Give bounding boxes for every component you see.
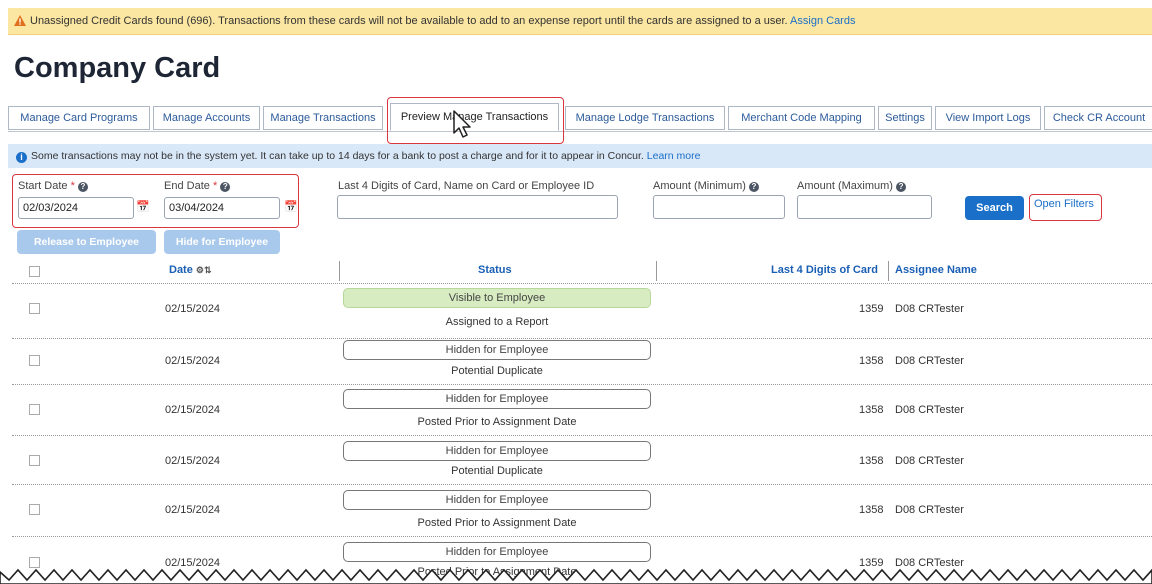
info-banner: i Some transactions may not be in the sys…: [8, 144, 1152, 168]
open-filters-link[interactable]: Open Filters: [1034, 198, 1094, 210]
row-last4: 1358: [859, 455, 884, 467]
assignee-column-header[interactable]: Assignee Name: [895, 264, 977, 276]
help-icon[interactable]: ?: [748, 182, 759, 192]
row-last4: 1358: [859, 404, 884, 416]
row-divider: [12, 536, 1152, 537]
calendar-icon[interactable]: 📅: [284, 200, 298, 213]
amount-max-input[interactable]: [797, 195, 932, 219]
status-detail: Posted Prior to Assignment Date: [417, 416, 577, 428]
row-divider: [12, 435, 1152, 436]
row-assignee: D08 CRTester: [895, 504, 964, 516]
header-divider: [12, 283, 1152, 284]
row-assignee: D08 CRTester: [895, 455, 964, 467]
row-date: 02/15/2024: [165, 455, 221, 467]
mouse-cursor-icon: [453, 110, 471, 138]
amount-max-label: Amount (Maximum) ?: [797, 180, 907, 192]
row-date: 02/15/2024: [165, 404, 221, 416]
sort-icon[interactable]: ⚙⇅: [196, 265, 212, 275]
row-last4: 1358: [859, 504, 884, 516]
row-assignee: D08 CRTester: [895, 355, 964, 367]
select-all-checkbox[interactable]: [29, 266, 40, 277]
row-divider: [12, 338, 1152, 339]
learn-more-link[interactable]: Learn more: [647, 150, 701, 162]
help-icon[interactable]: ?: [896, 182, 907, 192]
tab-manage-accounts[interactable]: Manage Accounts: [153, 106, 260, 130]
status-badge: Hidden for Employee: [343, 490, 651, 510]
tab-manage-transactions[interactable]: Manage Transactions: [263, 106, 383, 130]
column-divider: [888, 261, 889, 281]
status-detail: Posted Prior to Assignment Date: [417, 517, 577, 529]
row-last4: 1359: [859, 303, 884, 315]
row-date: 02/15/2024: [165, 303, 221, 315]
status-column-header[interactable]: Status: [478, 264, 512, 276]
help-icon[interactable]: ?: [77, 182, 88, 192]
row-assignee: D08 CRTester: [895, 303, 964, 315]
status-badge: Hidden for Employee: [343, 441, 651, 461]
status-detail: Assigned to a Report: [445, 316, 549, 328]
date-column-header[interactable]: Date ⚙⇅: [169, 264, 212, 276]
end-date-input[interactable]: [164, 197, 280, 219]
column-divider: [656, 261, 657, 281]
column-divider: [339, 261, 340, 281]
status-badge: Hidden for Employee: [343, 340, 651, 360]
tab-check-cr-account[interactable]: Check CR Account: [1044, 106, 1152, 130]
amount-min-label: Amount (Minimum) ?: [653, 180, 759, 192]
row-checkbox[interactable]: [29, 355, 40, 366]
tab-manage-lodge-transactions[interactable]: Manage Lodge Transactions: [565, 106, 725, 130]
row-checkbox[interactable]: [29, 504, 40, 515]
tab-manage-card-programs[interactable]: Manage Card Programs: [8, 106, 150, 130]
card-search-label: Last 4 Digits of Card, Name on Card or E…: [338, 180, 595, 192]
row-checkbox[interactable]: [29, 404, 40, 415]
tab-merchant-code-mapping[interactable]: Merchant Code Mapping: [728, 106, 875, 130]
alert-text: Unassigned Credit Cards found (696). Tra…: [30, 15, 788, 27]
status-detail: Potential Duplicate: [451, 365, 543, 377]
start-date-input[interactable]: [18, 197, 134, 219]
release-to-employee-button[interactable]: Release to Employee: [17, 230, 156, 254]
help-icon[interactable]: ?: [220, 182, 231, 192]
row-date: 02/15/2024: [165, 504, 221, 516]
page-title: Company Card: [14, 52, 221, 84]
status-badge: Hidden for Employee: [343, 389, 651, 409]
row-date: 02/15/2024: [165, 355, 221, 367]
row-assignee: D08 CRTester: [895, 404, 964, 416]
tab-view-import-logs[interactable]: View Import Logs: [935, 106, 1041, 130]
amount-min-input[interactable]: [653, 195, 785, 219]
unassigned-cards-alert: Unassigned Credit Cards found (696). Tra…: [8, 8, 1152, 35]
row-checkbox[interactable]: [29, 455, 40, 466]
info-icon: i: [16, 152, 27, 163]
calendar-icon[interactable]: 📅: [136, 200, 150, 213]
end-date-label: End Date * ?: [164, 180, 231, 192]
assign-cards-link[interactable]: Assign Cards: [790, 15, 855, 27]
start-date-label: Start Date * ?: [18, 180, 88, 192]
card-search-input[interactable]: [337, 195, 618, 219]
row-last4: 1358: [859, 355, 884, 367]
row-divider: [12, 384, 1152, 385]
torn-edge: [0, 568, 1152, 584]
info-text: Some transactions may not be in the syst…: [31, 150, 644, 162]
row-divider: [12, 484, 1152, 485]
tab-bar: Manage Card Programs Manage Accounts Man…: [8, 103, 1152, 132]
status-badge: Visible to Employee: [343, 288, 651, 308]
last4-column-header[interactable]: Last 4 Digits of Card: [771, 264, 878, 276]
hide-for-employee-button[interactable]: Hide for Employee: [164, 230, 280, 254]
tab-settings[interactable]: Settings: [878, 106, 932, 130]
warning-icon: [14, 15, 26, 26]
status-detail: Potential Duplicate: [451, 465, 543, 477]
search-button[interactable]: Search: [965, 196, 1024, 220]
row-checkbox[interactable]: [29, 303, 40, 314]
